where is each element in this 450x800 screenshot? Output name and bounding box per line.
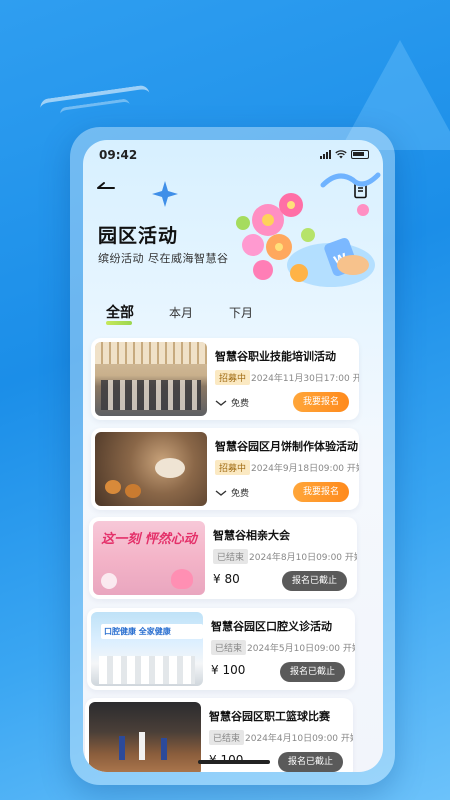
image-caption: 这一刻 怦然心动 [101,532,197,547]
activity-card[interactable]: 口腔健康 全家健康 智慧谷园区口腔义诊活动 已结束 2024年5月10日09:0… [87,608,355,690]
activity-price: 免费 [231,489,250,499]
tab-active-indicator [106,321,132,325]
tab-bar: 全部 本月 下月 [83,300,383,330]
activity-price: ¥ 80 [213,572,240,586]
activity-title: 智慧谷相亲大会 [213,529,290,542]
status-time: 09:42 [99,148,138,162]
activity-date: 2024年9月18日09:00 开始 [251,464,359,474]
activity-date: 2024年11月30日17:00 开始 [251,374,359,384]
activity-title: 智慧谷园区口腔义诊活动 [211,620,332,633]
tab-all[interactable]: 全部 [106,302,134,322]
registration-closed-button[interactable]: 报名已截止 [281,571,347,591]
activity-price: 免费 [231,399,250,409]
battery-icon [351,149,369,159]
page-subtitle: 缤纷活动 尽在威海智慧谷 [98,252,229,265]
signup-button[interactable]: 我要报名 [292,482,349,502]
signal-icon [320,149,331,159]
price-info: 免费 [215,486,249,499]
status-badge: 招募中 [215,460,251,475]
tab-next-month[interactable]: 下月 [229,304,253,321]
page-title: 园区活动 [98,225,179,247]
status-badge: 已结束 [211,640,247,655]
activity-price: ¥ 100 [211,663,246,677]
activity-card[interactable]: 这一刻 怦然心动 智慧谷相亲大会 已结束 2024年8月10日09:00 开始 … [89,517,357,599]
activity-date: 2024年5月10日09:00 开始 [247,644,355,654]
app-screen: 09:42 W [83,140,383,772]
home-indicator [198,760,270,764]
back-arrow-icon[interactable] [95,180,117,196]
activity-image [95,342,207,416]
status-icons [320,149,369,159]
registration-closed-button[interactable]: 报名已截止 [279,662,345,682]
star-icon [152,181,178,207]
activity-title: 智慧谷园区职工篮球比赛 [209,710,330,723]
activity-title: 智慧谷职业技能培训活动 [215,350,336,363]
activity-date: 2024年8月10日09:00 开始 [249,553,357,563]
registration-closed-button[interactable]: 报名已截止 [277,752,343,772]
ticket-icon [215,399,227,406]
hero-flower-illustration: W [236,172,381,287]
status-badge: 招募中 [215,370,251,385]
ticket-icon [215,489,227,496]
signup-button[interactable]: 我要报名 [292,392,349,412]
status-badge: 已结束 [213,549,249,564]
wifi-icon [335,149,347,158]
activity-image [89,702,201,772]
tab-this-month[interactable]: 本月 [169,304,193,321]
activity-card[interactable]: 智慧谷职业技能培训活动 招募中 2024年11月30日17:00 开始 免费 我… [91,338,359,420]
activity-title: 智慧谷园区月饼制作体验活动 [215,440,358,453]
image-caption: 口腔健康 全家健康 [101,624,203,639]
activity-image: 口腔健康 全家健康 [91,612,203,686]
price-info: 免费 [215,396,249,409]
activity-image: 这一刻 怦然心动 [93,521,205,595]
activity-card[interactable]: 智慧谷园区月饼制作体验活动 招募中 2024年9月18日09:00 开始 免费 … [91,428,359,510]
activity-date: 2024年4月10日09:00 开始 [245,734,353,744]
status-badge: 已结束 [209,730,245,745]
activity-image [95,432,207,506]
